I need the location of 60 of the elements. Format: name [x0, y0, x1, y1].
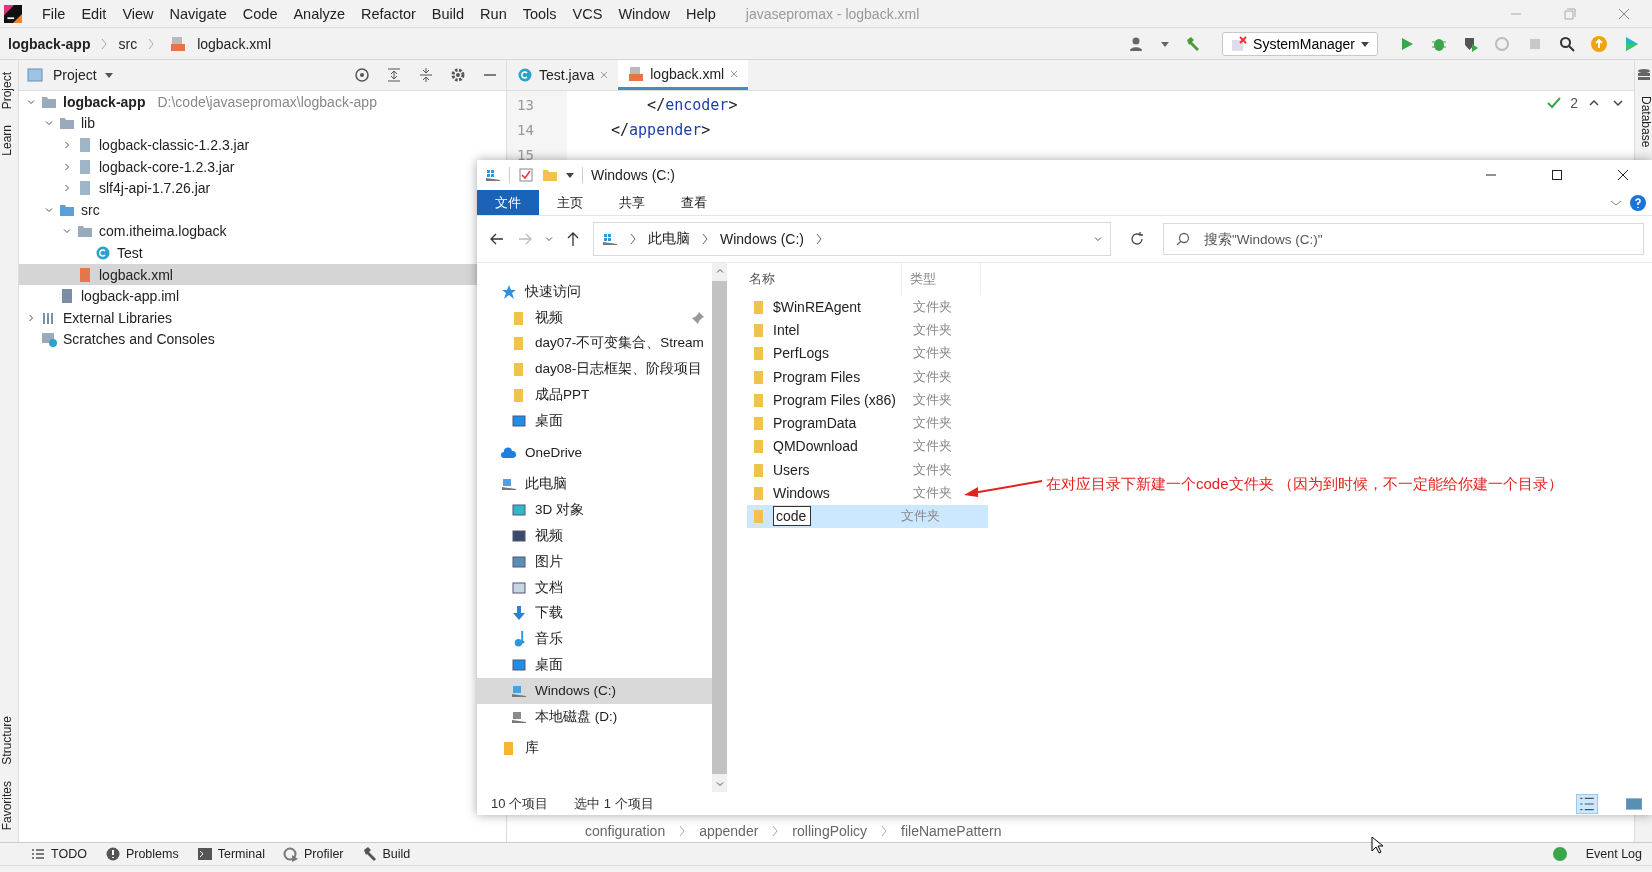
nav-label: 下载: [535, 604, 563, 623]
path-hint: D:\code\javasepromax\logback-app: [157, 93, 377, 110]
nav-label: OneDrive: [525, 445, 583, 461]
nav-label: 视频: [535, 527, 563, 546]
tree-label: logback-app: [63, 93, 146, 110]
line-number: 15: [516, 146, 535, 165]
nav-label: 快速访问: [525, 282, 581, 301]
file-name: Program Files (x86): [773, 391, 897, 408]
file-type: 文件夹: [912, 484, 953, 502]
code-line: </encoder>: [646, 96, 738, 114]
file-name: Program Files: [773, 368, 862, 385]
nav-label: 3D 对象: [535, 501, 584, 520]
file-type: 文件夹: [912, 297, 953, 316]
nav-label: Windows (C:): [535, 683, 616, 699]
nav-label: 桌面: [535, 411, 563, 430]
line-number: 14: [516, 121, 535, 140]
nav-label: day08-日志框架、阶段项目: [535, 360, 703, 379]
tree-label: logback-classic-1.2.3.jar: [99, 137, 250, 153]
annotation-text: 在对应目录下新建一个code文件夹 （因为到时候，不一定能给你建一个目录）: [1046, 475, 1563, 494]
file-type: 文件夹: [912, 390, 953, 409]
nav-label: 成品PPT: [535, 386, 590, 405]
line-number: 13: [516, 96, 535, 115]
file-type: 文件夹: [912, 460, 953, 479]
tree-label: logback-core-1.2.3.jar: [99, 158, 235, 175]
file-type: 文件夹: [912, 344, 953, 363]
nav-label: 桌面: [535, 656, 563, 675]
window-title: Windows (C:): [591, 167, 675, 183]
nav-label: 图片: [535, 552, 563, 571]
nav-label: day07-不可变集合、Stream: [535, 334, 704, 353]
nav-label: 库: [525, 739, 539, 758]
window-title: javasepromax - logback.xml: [745, 5, 920, 22]
tree-label: Test: [117, 244, 143, 261]
tree-label: slf4j-api-1.7.26.jar: [99, 180, 211, 197]
file-type: 文件夹: [912, 367, 953, 386]
tree-label: Scratches and Consoles: [63, 331, 215, 348]
tree-label: com.itheima.logback: [99, 223, 227, 240]
tree-label: lib: [81, 115, 95, 132]
file-name: Intel: [773, 321, 801, 338]
file-name: Users: [773, 461, 811, 478]
tree-label: logback-app.iml: [81, 288, 180, 305]
nav-label: 音乐: [535, 630, 563, 649]
status-text: 10 个项目: [491, 794, 549, 813]
tree-label: src: [81, 201, 100, 218]
file-name: ProgramData: [773, 415, 858, 432]
file-type: 文件夹: [912, 320, 953, 339]
file-type: 文件夹: [912, 414, 953, 433]
file-name: PerfLogs: [773, 345, 831, 362]
status-text: 选中 1 个项目: [574, 794, 654, 813]
nav-label: 视频: [535, 308, 563, 327]
file-name: Windows: [773, 485, 831, 501]
file-name: QMDownload: [773, 438, 859, 455]
tree-label: logback.xml: [99, 266, 173, 283]
tree-label: External Libraries: [63, 309, 172, 326]
file-type: 文件夹: [912, 437, 953, 456]
nav-label: 此电脑: [525, 475, 567, 494]
file-name: $WinREAgent: [773, 298, 862, 315]
file-type: 文件夹: [900, 507, 942, 526]
nav-label: 本地磁盘 (D:): [535, 707, 618, 726]
nav-label: 文档: [535, 578, 563, 597]
code-line: </appender>: [611, 121, 711, 139]
